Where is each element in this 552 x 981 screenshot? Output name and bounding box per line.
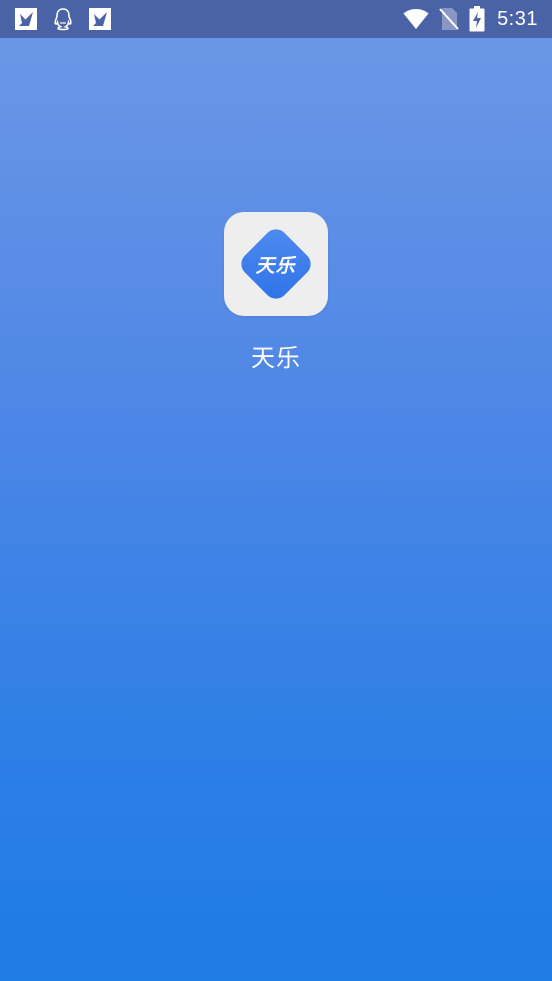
splash-content: 天乐 天乐 [0,212,552,373]
system-icons: 5:31 [393,0,538,38]
app-name: 天乐 [251,344,301,372]
logo-diamond: 天乐 [236,224,316,304]
gallery-notification-icon [88,7,112,31]
battery-charging-icon [469,6,485,32]
status-bar: 5:31 [0,0,552,38]
no-sim-icon [439,7,459,31]
splash-screen: 5:31 天乐 天乐 [0,0,552,981]
logo-text: 天乐 [255,254,297,277]
status-time: 5:31 [497,7,538,30]
app-logo: 天乐 [224,212,328,316]
qq-penguin-icon [51,7,75,31]
wifi-icon [403,8,429,30]
notification-icons [14,7,125,31]
gallery-notification-icon [14,7,38,31]
